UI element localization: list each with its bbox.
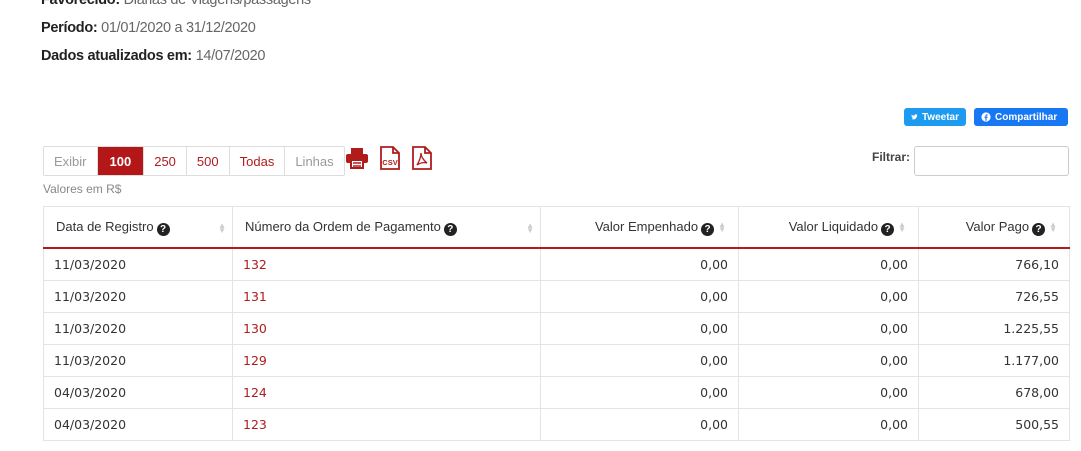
atualizado-line: Dados atualizados em: 14/07/2020 [41,48,265,64]
periodo-line: Período: 01/01/2020 a 31/12/2020 [41,20,256,36]
cell-pago: 766,10 [918,248,1070,281]
col-header-valor-empenhado[interactable]: Valor Empenhado? ▲ ▼ [540,206,739,249]
atualizado-value: 14/07/2020 [195,48,266,64]
cell-data: 11/03/2020 [43,312,233,345]
filter-input[interactable] [914,146,1069,176]
cell-pago: 726,55 [918,280,1070,313]
favorecido-line: Favorecido: Diárias de Viagens/passagens [41,0,311,8]
pdf-icon[interactable] [411,146,433,175]
favorecido-value: Diárias de Viagens/passagens [123,0,312,8]
cell-data: 04/03/2020 [43,408,233,441]
twitter-icon [911,114,918,120]
pager-show-label: Exibir [44,147,98,175]
tweet-label: Tweetar [921,111,959,123]
cell-empenhado: 0,00 [540,248,739,281]
favorecido-label: Favorecido: [41,0,120,8]
share-label: Compartilhar [995,111,1058,123]
cell-ordem-link[interactable]: 130 [232,312,541,345]
cell-liquidado: 0,00 [738,312,919,345]
currency-caption: Valores em R$ [43,182,122,196]
sort-icon: ▲ ▼ [718,220,726,235]
tweet-button[interactable]: Tweetar [904,108,966,126]
table-row: 11/03/2020 132 0,00 0,00 766,10 [43,248,1070,281]
filter-label: Filtrar: [872,150,911,164]
table-header-row: Data de Registro? ▲ ▼ Número da Ordem de P… [43,206,1070,249]
cell-ordem-link[interactable]: 123 [232,408,541,441]
cell-ordem-link[interactable]: 124 [232,376,541,409]
table-row: 04/03/2020 123 0,00 0,00 500,55 [43,408,1070,441]
atualizado-label: Dados atualizados em: [41,48,192,64]
table-row: 11/03/2020 129 0,00 0,00 1.177,00 [43,344,1070,377]
svg-text:CSV: CSV [382,158,397,167]
cell-pago: 500,55 [918,408,1070,441]
share-button[interactable]: Compartilhar [974,108,1068,126]
cell-data: 11/03/2020 [43,248,233,281]
cell-pago: 678,00 [918,376,1070,409]
cell-liquidado: 0,00 [738,376,919,409]
col-header-valor-pago[interactable]: Valor Pago? ▲ ▼ [918,206,1070,249]
col-header-ordem-pagamento[interactable]: Número da Ordem de Pagamento? ▲ ▼ [232,206,541,249]
facebook-icon [981,112,991,122]
help-icon: ? [1032,222,1046,236]
csv-icon[interactable]: CSV [379,146,401,175]
pager-rows-label: Linhas [295,153,334,169]
table-row: 04/03/2020 124 0,00 0,00 678,00 [43,376,1070,409]
cell-pago: 1.177,00 [918,344,1070,377]
cell-ordem-link[interactable]: 132 [232,248,541,281]
payments-table: Data de Registro? ▲ ▼ Número da Ordem de P… [43,206,1070,441]
cell-liquidado: 0,00 [738,408,919,441]
help-icon: ? [881,222,895,236]
cell-pago: 1.225,55 [918,312,1070,345]
cell-data: 11/03/2020 [43,280,233,313]
cell-empenhado: 0,00 [540,280,739,313]
cell-ordem-link[interactable]: 129 [232,344,541,377]
pager-option-500[interactable]: 500 [187,147,230,175]
cell-data: 11/03/2020 [43,344,233,377]
col-header-data-registro[interactable]: Data de Registro? ▲ ▼ [43,206,233,249]
sort-icon: ▲ ▼ [526,221,534,235]
cell-empenhado: 0,00 [540,312,739,345]
cell-liquidado: 0,00 [738,344,919,377]
cell-empenhado: 0,00 [540,344,739,377]
help-icon: ? [156,222,170,236]
periodo-label: Período: [41,20,98,36]
cell-empenhado: 0,00 [540,376,739,409]
table-row: 11/03/2020 130 0,00 0,00 1.225,55 [43,312,1070,345]
table-row: 11/03/2020 131 0,00 0,00 726,55 [43,280,1070,313]
export-toolbar: CSV [345,146,433,175]
page-size-selector: Exibir 100 250 500 Todas Linhas [43,146,345,176]
periodo-value: 01/01/2020 a 31/12/2020 [101,20,256,36]
cell-liquidado: 0,00 [738,280,919,313]
help-icon: ? [701,222,715,236]
help-icon: ? [443,222,457,236]
print-icon[interactable] [345,147,369,174]
cell-liquidado: 0,00 [738,248,919,281]
pager-option-100[interactable]: 100 [97,147,145,175]
col-header-valor-liquidado[interactable]: Valor Liquidado? ▲ ▼ [738,206,919,249]
sort-icon: ▲ ▼ [898,220,906,235]
pager-option-all[interactable]: Todas [230,147,286,175]
cell-empenhado: 0,00 [540,408,739,441]
cell-ordem-link[interactable]: 131 [232,280,541,313]
cell-data: 04/03/2020 [43,376,233,409]
sort-icon: ▲ ▼ [1049,220,1057,235]
sort-icon: ▲ ▼ [218,221,226,235]
pager-option-250[interactable]: 250 [144,147,187,175]
